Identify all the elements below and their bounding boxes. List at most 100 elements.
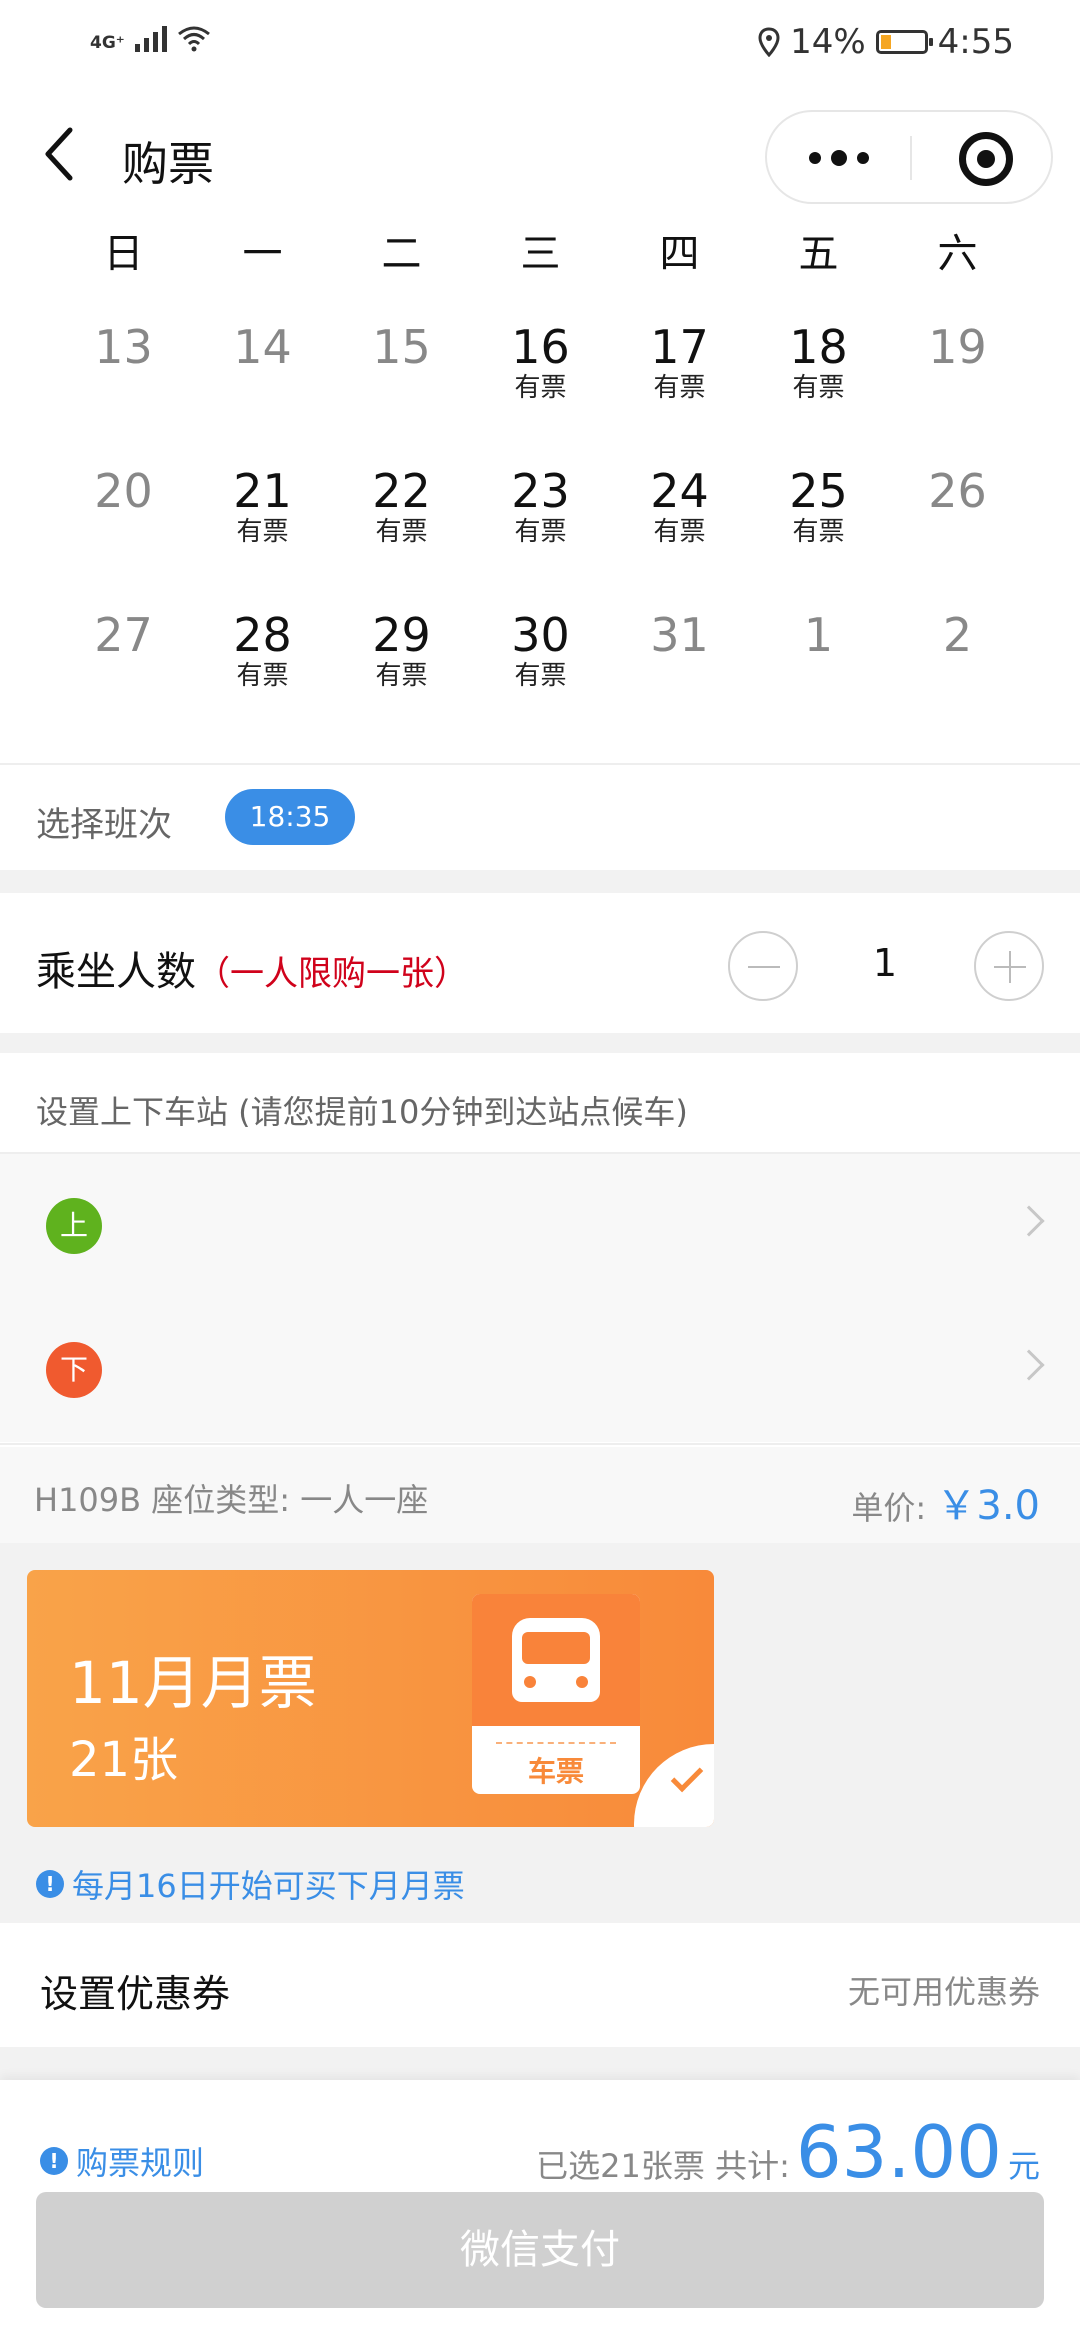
ticket-available-tag: 有票 [375, 517, 428, 547]
alighting-station-row[interactable]: 下 [0, 1298, 1080, 1442]
close-miniprogram-icon[interactable] [959, 132, 1013, 186]
section-gap [0, 1033, 1080, 1053]
coupon-label: 设置优惠券 [40, 1972, 231, 2016]
weekday-header: 日 一 二 三 四 五 六 [0, 215, 1080, 285]
weekday-label: 四 [659, 231, 700, 277]
day-number: 14 [233, 320, 292, 374]
calendar-day[interactable]: 18 有票 [749, 285, 888, 429]
network-type: 4G⁺ [90, 33, 125, 53]
app-header: 购票 [0, 100, 1080, 215]
calendar-week: 20 21 有票 22 有票 23 有票 24 有票 25 有票 26 [0, 429, 1080, 573]
location-icon [758, 27, 780, 57]
calendar-day: 26 [888, 429, 1027, 573]
increase-button[interactable] [974, 931, 1044, 1001]
day-number: 25 [789, 464, 848, 518]
day-number: 28 [233, 608, 292, 662]
signal-area: 4G⁺ [90, 22, 211, 52]
calendar-day[interactable]: 25 有票 [749, 429, 888, 573]
monthly-ticket-count: 21张 [69, 1732, 179, 1788]
calendar-day: 2 [888, 573, 1027, 717]
checkout-bar: ! 购票规则 已选21张票 共计: 63.00 元 微信支付 [0, 2080, 1080, 2340]
weekday-label: 二 [381, 231, 422, 277]
passenger-limit-note: （一人限购一张） [196, 954, 468, 994]
day-number: 13 [94, 320, 153, 374]
ticket-rules-link[interactable]: ! 购票规则 [40, 2138, 204, 2184]
station-header: 设置上下车站 (请您提前10分钟到达站点候车) [0, 1053, 1080, 1153]
chevron-right-icon [1013, 1349, 1045, 1381]
monthly-ticket-card[interactable]: 11月月票 21张 车票 [27, 1570, 714, 1827]
coupon-row[interactable]: 设置优惠券 无可用优惠券 [0, 1923, 1080, 2047]
day-number: 19 [928, 320, 987, 374]
ticket-icon-label: 车票 [527, 1755, 584, 1788]
battery-icon [875, 30, 933, 54]
calendar-day[interactable]: 17 有票 [610, 285, 749, 429]
schedule-label: 选择班次 [36, 805, 172, 845]
passenger-count-row: 乘坐人数（一人限购一张） 1 [0, 893, 1080, 1033]
seat-info-row: H109B 座位类型: 一人一座 单价: ￥3.0 [0, 1447, 1080, 1543]
calendar-day[interactable]: 28 有票 [193, 573, 332, 717]
section-gap [0, 870, 1080, 893]
section-gap [0, 2047, 1080, 2080]
day-number: 17 [650, 320, 709, 374]
calendar-day: 27 [54, 573, 193, 717]
wechat-pay-button[interactable]: 微信支付 [36, 2192, 1044, 2308]
weekday-label: 三 [520, 231, 561, 277]
chevron-right-icon [1013, 1205, 1045, 1237]
calendar-day[interactable]: 30 有票 [471, 573, 610, 717]
clock: 4:55 [937, 22, 1014, 62]
coupon-value: 无可用优惠券 [847, 1973, 1040, 2011]
calendar-day[interactable]: 24 有票 [610, 429, 749, 573]
weekday-label: 一 [242, 231, 283, 277]
station-header-text: 设置上下车站 (请您提前10分钟到达站点候车) [36, 1093, 688, 1131]
ticket-available-tag: 有票 [375, 661, 428, 691]
selected-check-icon [634, 1744, 714, 1827]
page-title: 购票 [122, 137, 214, 191]
day-number: 1 [803, 608, 834, 662]
alighting-badge: 下 [46, 1342, 102, 1398]
calendar-day[interactable]: 21 有票 [193, 429, 332, 573]
ticket-available-tag: 有票 [236, 661, 289, 691]
calendar-day[interactable]: 22 有票 [332, 429, 471, 573]
ticket-available-tag: 有票 [792, 517, 845, 547]
calendar-day: 14 [193, 285, 332, 429]
info-icon: ! [36, 1870, 64, 1898]
back-arrow-icon[interactable] [38, 124, 86, 184]
monthly-ticket-section: 11月月票 21张 车票 ! 每月16日开始可买下月月票 [0, 1543, 1080, 1923]
weekday-label: 六 [937, 231, 978, 277]
monthly-ticket-note: ! 每月16日开始可买下月月票 [36, 1861, 465, 1907]
battery-percent: 14% [790, 22, 866, 62]
day-number: 31 [650, 608, 709, 662]
day-number: 30 [511, 608, 570, 662]
ticket-available-tag: 有票 [236, 517, 289, 547]
monthly-ticket-title: 11月月票 [69, 1649, 317, 1717]
calendar-day[interactable]: 16 有票 [471, 285, 610, 429]
monthly-ticket-note-text: 每月16日开始可买下月月票 [72, 1867, 465, 1905]
schedule-time-chip[interactable]: 18:35 [225, 789, 355, 845]
ticket-available-tag: 有票 [514, 517, 567, 547]
boarding-badge: 上 [46, 1198, 102, 1254]
calendar-day: 20 [54, 429, 193, 573]
boarding-station-row[interactable]: 上 [0, 1154, 1080, 1298]
ticket-rules-text: 购票规则 [76, 2144, 205, 2182]
capsule-divider [910, 136, 912, 180]
day-number: 22 [372, 464, 431, 518]
day-number: 24 [650, 464, 709, 518]
day-number: 18 [789, 320, 848, 374]
status-bar: 4G⁺ 14% 4:55 [0, 0, 1080, 90]
calendar-day[interactable]: 29 有票 [332, 573, 471, 717]
day-number: 26 [928, 464, 987, 518]
passenger-count-label: 乘坐人数（一人限购一张） [36, 939, 468, 997]
decrease-button[interactable] [728, 931, 798, 1001]
miniprogram-capsule [765, 110, 1053, 204]
ticket-available-tag: 有票 [514, 373, 567, 403]
unit-price: 单价: ￥3.0 [851, 1473, 1040, 1531]
schedule-selector: 选择班次 18:35 [0, 765, 1080, 870]
calendar-day: 1 [749, 573, 888, 717]
unit-price-label: 单价: [851, 1489, 927, 1527]
divider [0, 1443, 1080, 1445]
signal-icon [134, 22, 167, 52]
calendar-day: 31 [610, 573, 749, 717]
more-menu-icon[interactable] [767, 112, 910, 204]
weekday-label: 五 [798, 231, 839, 277]
calendar-day[interactable]: 23 有票 [471, 429, 610, 573]
